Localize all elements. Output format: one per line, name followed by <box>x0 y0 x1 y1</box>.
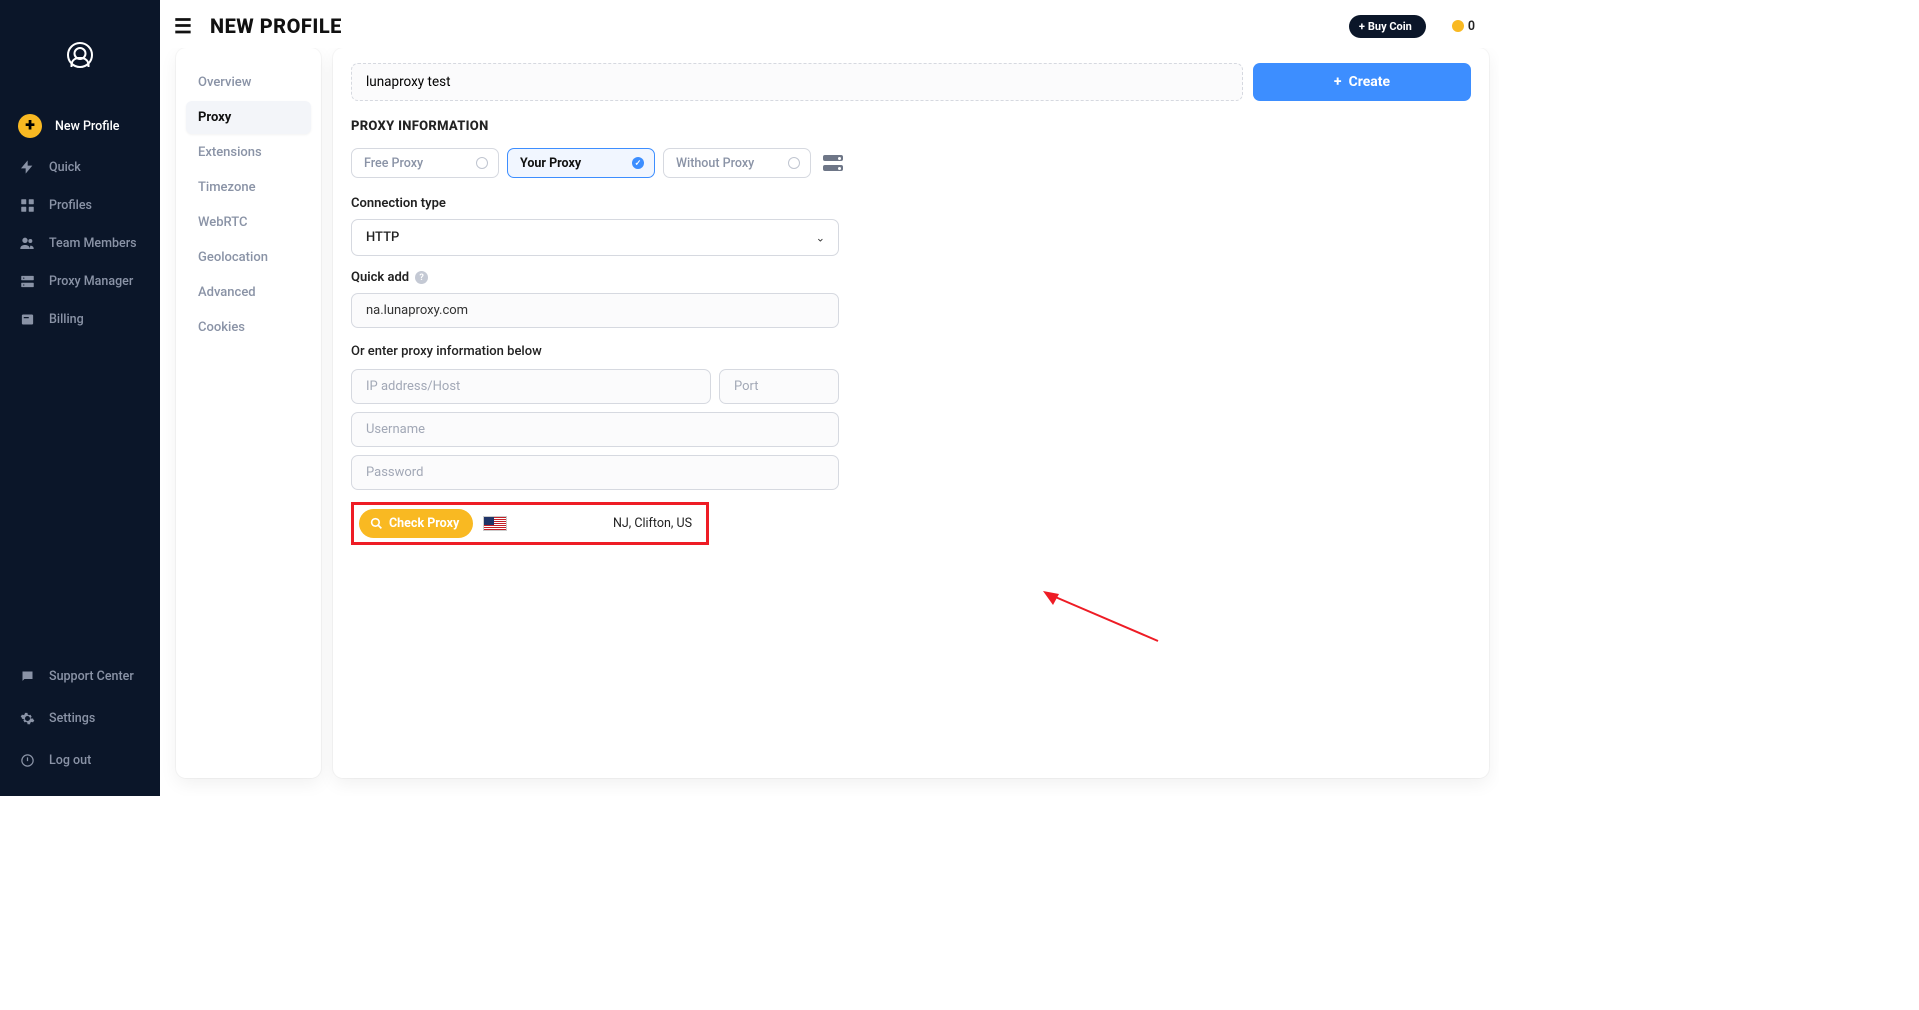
users-icon <box>18 234 36 252</box>
body-row: Overview Proxy Extensions Timezone WebRT… <box>160 48 1499 796</box>
radio-icon <box>788 157 800 169</box>
connection-type-value: HTTP <box>351 219 839 256</box>
user-icon <box>67 42 93 68</box>
proxy-type-free[interactable]: Free Proxy <box>351 148 499 178</box>
username-input[interactable] <box>351 412 839 447</box>
sidebar-item-label: Support Center <box>49 669 134 684</box>
quick-add-input[interactable] <box>351 293 839 328</box>
tab-advanced[interactable]: Advanced <box>186 276 311 309</box>
check-proxy-label: Check Proxy <box>389 516 459 531</box>
billing-icon <box>18 310 36 328</box>
sidebar-item-label: Settings <box>49 711 95 726</box>
create-button[interactable]: + Create <box>1253 63 1471 101</box>
sidebar-item-proxy-manager[interactable]: Proxy Manager <box>0 262 160 300</box>
proxy-fields <box>351 369 839 490</box>
buy-coin-button[interactable]: + Buy Coin <box>1349 15 1426 38</box>
connection-type-select[interactable]: HTTP ⌄ <box>351 219 839 256</box>
profile-name-input[interactable] <box>351 63 1243 101</box>
section-title: PROXY INFORMATION <box>351 119 1471 134</box>
help-icon[interactable]: ? <box>415 271 428 284</box>
sidebar-item-profiles[interactable]: Profiles <box>0 186 160 224</box>
topbar: ☰ NEW PROFILE + Buy Coin 0 <box>160 0 1499 48</box>
proxy-type-label: Without Proxy <box>676 156 754 171</box>
password-input[interactable] <box>351 455 839 490</box>
magnify-icon <box>370 517 383 530</box>
radio-icon <box>476 157 488 169</box>
sidebar-nav: + New Profile Quick Profiles Team Member… <box>0 98 160 655</box>
proxy-type-row: Free Proxy Your Proxy Without Proxy <box>351 148 1471 178</box>
radio-checked-icon <box>632 157 644 169</box>
plus-icon: + <box>1334 74 1342 90</box>
sidebar-item-settings[interactable]: Settings <box>0 697 160 739</box>
proxy-location-result: NJ, Clifton, US <box>613 516 692 531</box>
main-area: ☰ NEW PROFILE + Buy Coin 0 Overview Prox… <box>160 0 1499 796</box>
grid-icon <box>18 196 36 214</box>
or-enter-label: Or enter proxy information below <box>351 344 1471 359</box>
connection-type-label: Connection type <box>351 196 1471 211</box>
sidebar-item-team-members[interactable]: Team Members <box>0 224 160 262</box>
tab-geolocation[interactable]: Geolocation <box>186 241 311 274</box>
tab-timezone[interactable]: Timezone <box>186 171 311 204</box>
proxy-type-your[interactable]: Your Proxy <box>507 148 655 178</box>
page-title: NEW PROFILE <box>210 14 342 38</box>
lightning-icon <box>18 158 36 176</box>
gear-icon <box>18 709 36 727</box>
sidebar-bottom: Support Center Settings Log out <box>0 655 160 796</box>
tab-overview[interactable]: Overview <box>186 66 311 99</box>
tab-cookies[interactable]: Cookies <box>186 311 311 344</box>
tab-extensions[interactable]: Extensions <box>186 136 311 169</box>
sidebar-item-label: Quick <box>49 160 81 175</box>
logout-icon <box>18 751 36 769</box>
support-icon <box>18 667 36 685</box>
profile-header-row: + Create <box>351 63 1471 101</box>
saved-proxy-icon[interactable] <box>823 155 843 171</box>
user-avatar-area[interactable] <box>0 0 160 98</box>
annotation-arrow <box>1043 591 1163 646</box>
sidebar-item-label: New Profile <box>55 119 119 134</box>
hamburger-icon[interactable]: ☰ <box>174 14 196 38</box>
buy-coin-label: Buy Coin <box>1368 20 1412 33</box>
create-label: Create <box>1349 74 1391 90</box>
sidebar-item-label: Proxy Manager <box>49 274 133 289</box>
proxy-type-without[interactable]: Without Proxy <box>663 148 811 178</box>
sidebar-item-billing[interactable]: Billing <box>0 300 160 338</box>
port-input[interactable] <box>719 369 839 404</box>
content-panel: + Create PROXY INFORMATION Free Proxy Yo… <box>333 48 1489 778</box>
tab-webrtc[interactable]: WebRTC <box>186 206 311 239</box>
sidebar-item-label: Log out <box>49 753 91 768</box>
sidebar-item-label: Profiles <box>49 198 92 213</box>
left-sidebar: + New Profile Quick Profiles Team Member… <box>0 0 160 796</box>
tab-proxy[interactable]: Proxy <box>186 101 311 134</box>
check-proxy-row: Check Proxy NJ, Clifton, US <box>351 502 709 545</box>
sidebar-item-logout[interactable]: Log out <box>0 739 160 781</box>
coin-balance: 0 <box>1452 19 1475 34</box>
plus-icon: + <box>1359 20 1365 33</box>
sidebar-item-label: Billing <box>49 312 84 327</box>
us-flag-icon <box>483 516 507 531</box>
proxy-type-label: Your Proxy <box>520 156 581 171</box>
host-input[interactable] <box>351 369 711 404</box>
coin-count-value: 0 <box>1468 19 1475 34</box>
plus-circle-icon: + <box>18 114 42 138</box>
proxy-type-label: Free Proxy <box>364 156 423 171</box>
sidebar-item-quick[interactable]: Quick <box>0 148 160 186</box>
quick-add-label: Quick add ? <box>351 270 1471 285</box>
server-icon <box>18 272 36 290</box>
sidebar-item-label: Team Members <box>49 236 137 251</box>
coin-icon <box>1452 20 1464 32</box>
sidebar-item-new-profile[interactable]: + New Profile <box>0 104 160 148</box>
profile-tabs: Overview Proxy Extensions Timezone WebRT… <box>176 48 321 778</box>
sidebar-item-support[interactable]: Support Center <box>0 655 160 697</box>
check-proxy-button[interactable]: Check Proxy <box>359 509 473 538</box>
